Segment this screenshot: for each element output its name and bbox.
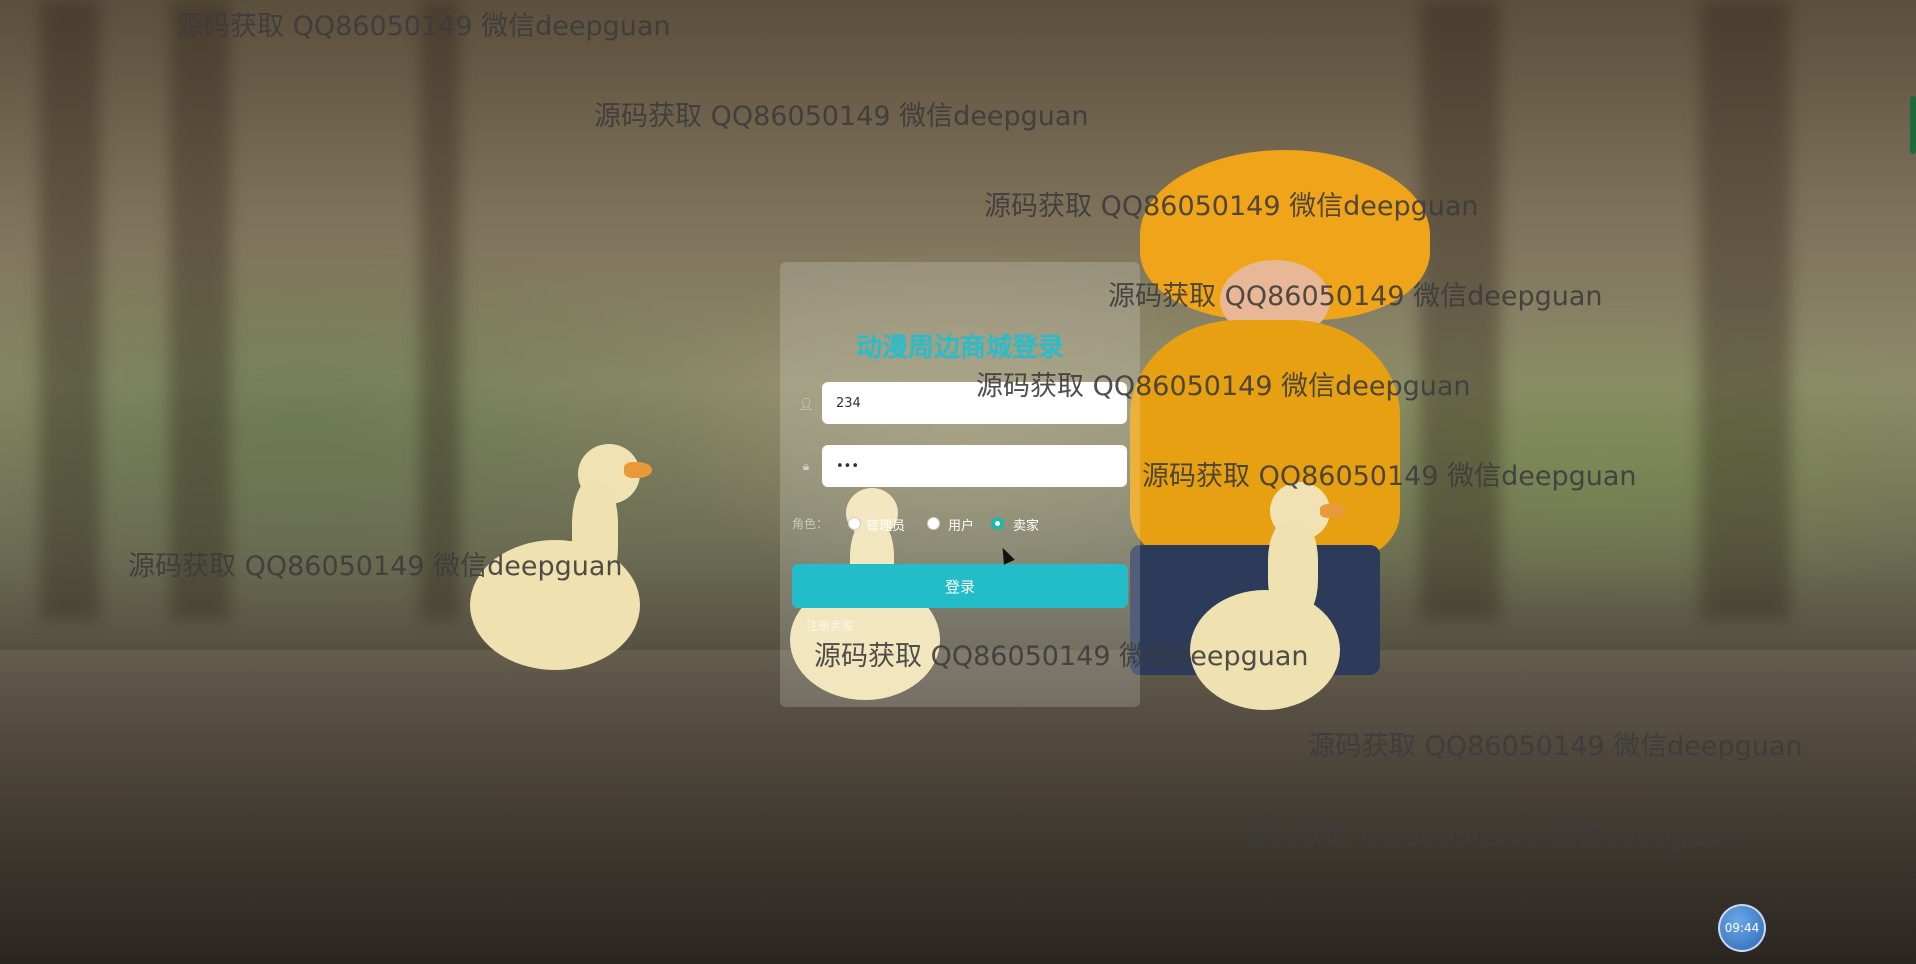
watermark-text: 源码获取 QQ86050149 微信deepguan — [1108, 281, 1603, 312]
floating-clock-widget[interactable]: 09:44 — [1718, 904, 1766, 952]
radio-seller-label: 卖家 — [1013, 519, 1040, 534]
lock-icon: 🔒︎ — [802, 459, 810, 473]
watermark-text: 源码获取 QQ86050149 微信deepguan — [594, 101, 1089, 132]
edge-widget — [1910, 96, 1916, 154]
radio-admin[interactable] — [848, 517, 861, 530]
watermark-text: 源码获取 QQ86050149 微信deepguan — [976, 371, 1471, 402]
duck-neck — [1268, 520, 1318, 620]
login-title: 动漫周边商城登录 — [855, 333, 1064, 363]
duck-beak — [624, 462, 652, 478]
user-icon: 👤︎ — [798, 397, 814, 411]
register-seller-link[interactable]: 注册卖家 — [806, 617, 854, 634]
watermark-text: 源码获取 QQ86050149 微信deepguan — [984, 191, 1479, 222]
watermark-text: 源码获取 QQ86050149 微信deepguan — [1142, 461, 1637, 492]
radio-user[interactable] — [927, 517, 940, 530]
password-input[interactable] — [822, 445, 1127, 487]
tree-trunk — [170, 0, 230, 620]
login-button[interactable]: 登录 — [792, 564, 1128, 608]
tree-trunk — [420, 0, 460, 620]
watermark-text: 源码获取 QQ86050149 微信deepguan — [1308, 731, 1803, 762]
child-raincoat — [1130, 320, 1400, 560]
watermark-text: 源码获取 QQ86050149 微信deepguan — [814, 641, 1309, 672]
radio-seller[interactable] — [991, 517, 1004, 530]
watermark-text: 源码获取 QQ86050149 微信deepguan — [1244, 821, 1739, 852]
duck-beak — [1320, 504, 1346, 518]
role-label: 角色： — [792, 517, 829, 531]
tree-trunk — [1700, 0, 1790, 620]
tree-trunk — [40, 0, 100, 620]
watermark-text: 源码获取 QQ86050149 微信deepguan — [176, 11, 671, 42]
watermark-text: 源码获取 QQ86050149 微信deepguan — [128, 551, 623, 582]
radio-admin-label: 管理员 — [866, 519, 906, 534]
radio-user-label: 用户 — [948, 519, 975, 534]
